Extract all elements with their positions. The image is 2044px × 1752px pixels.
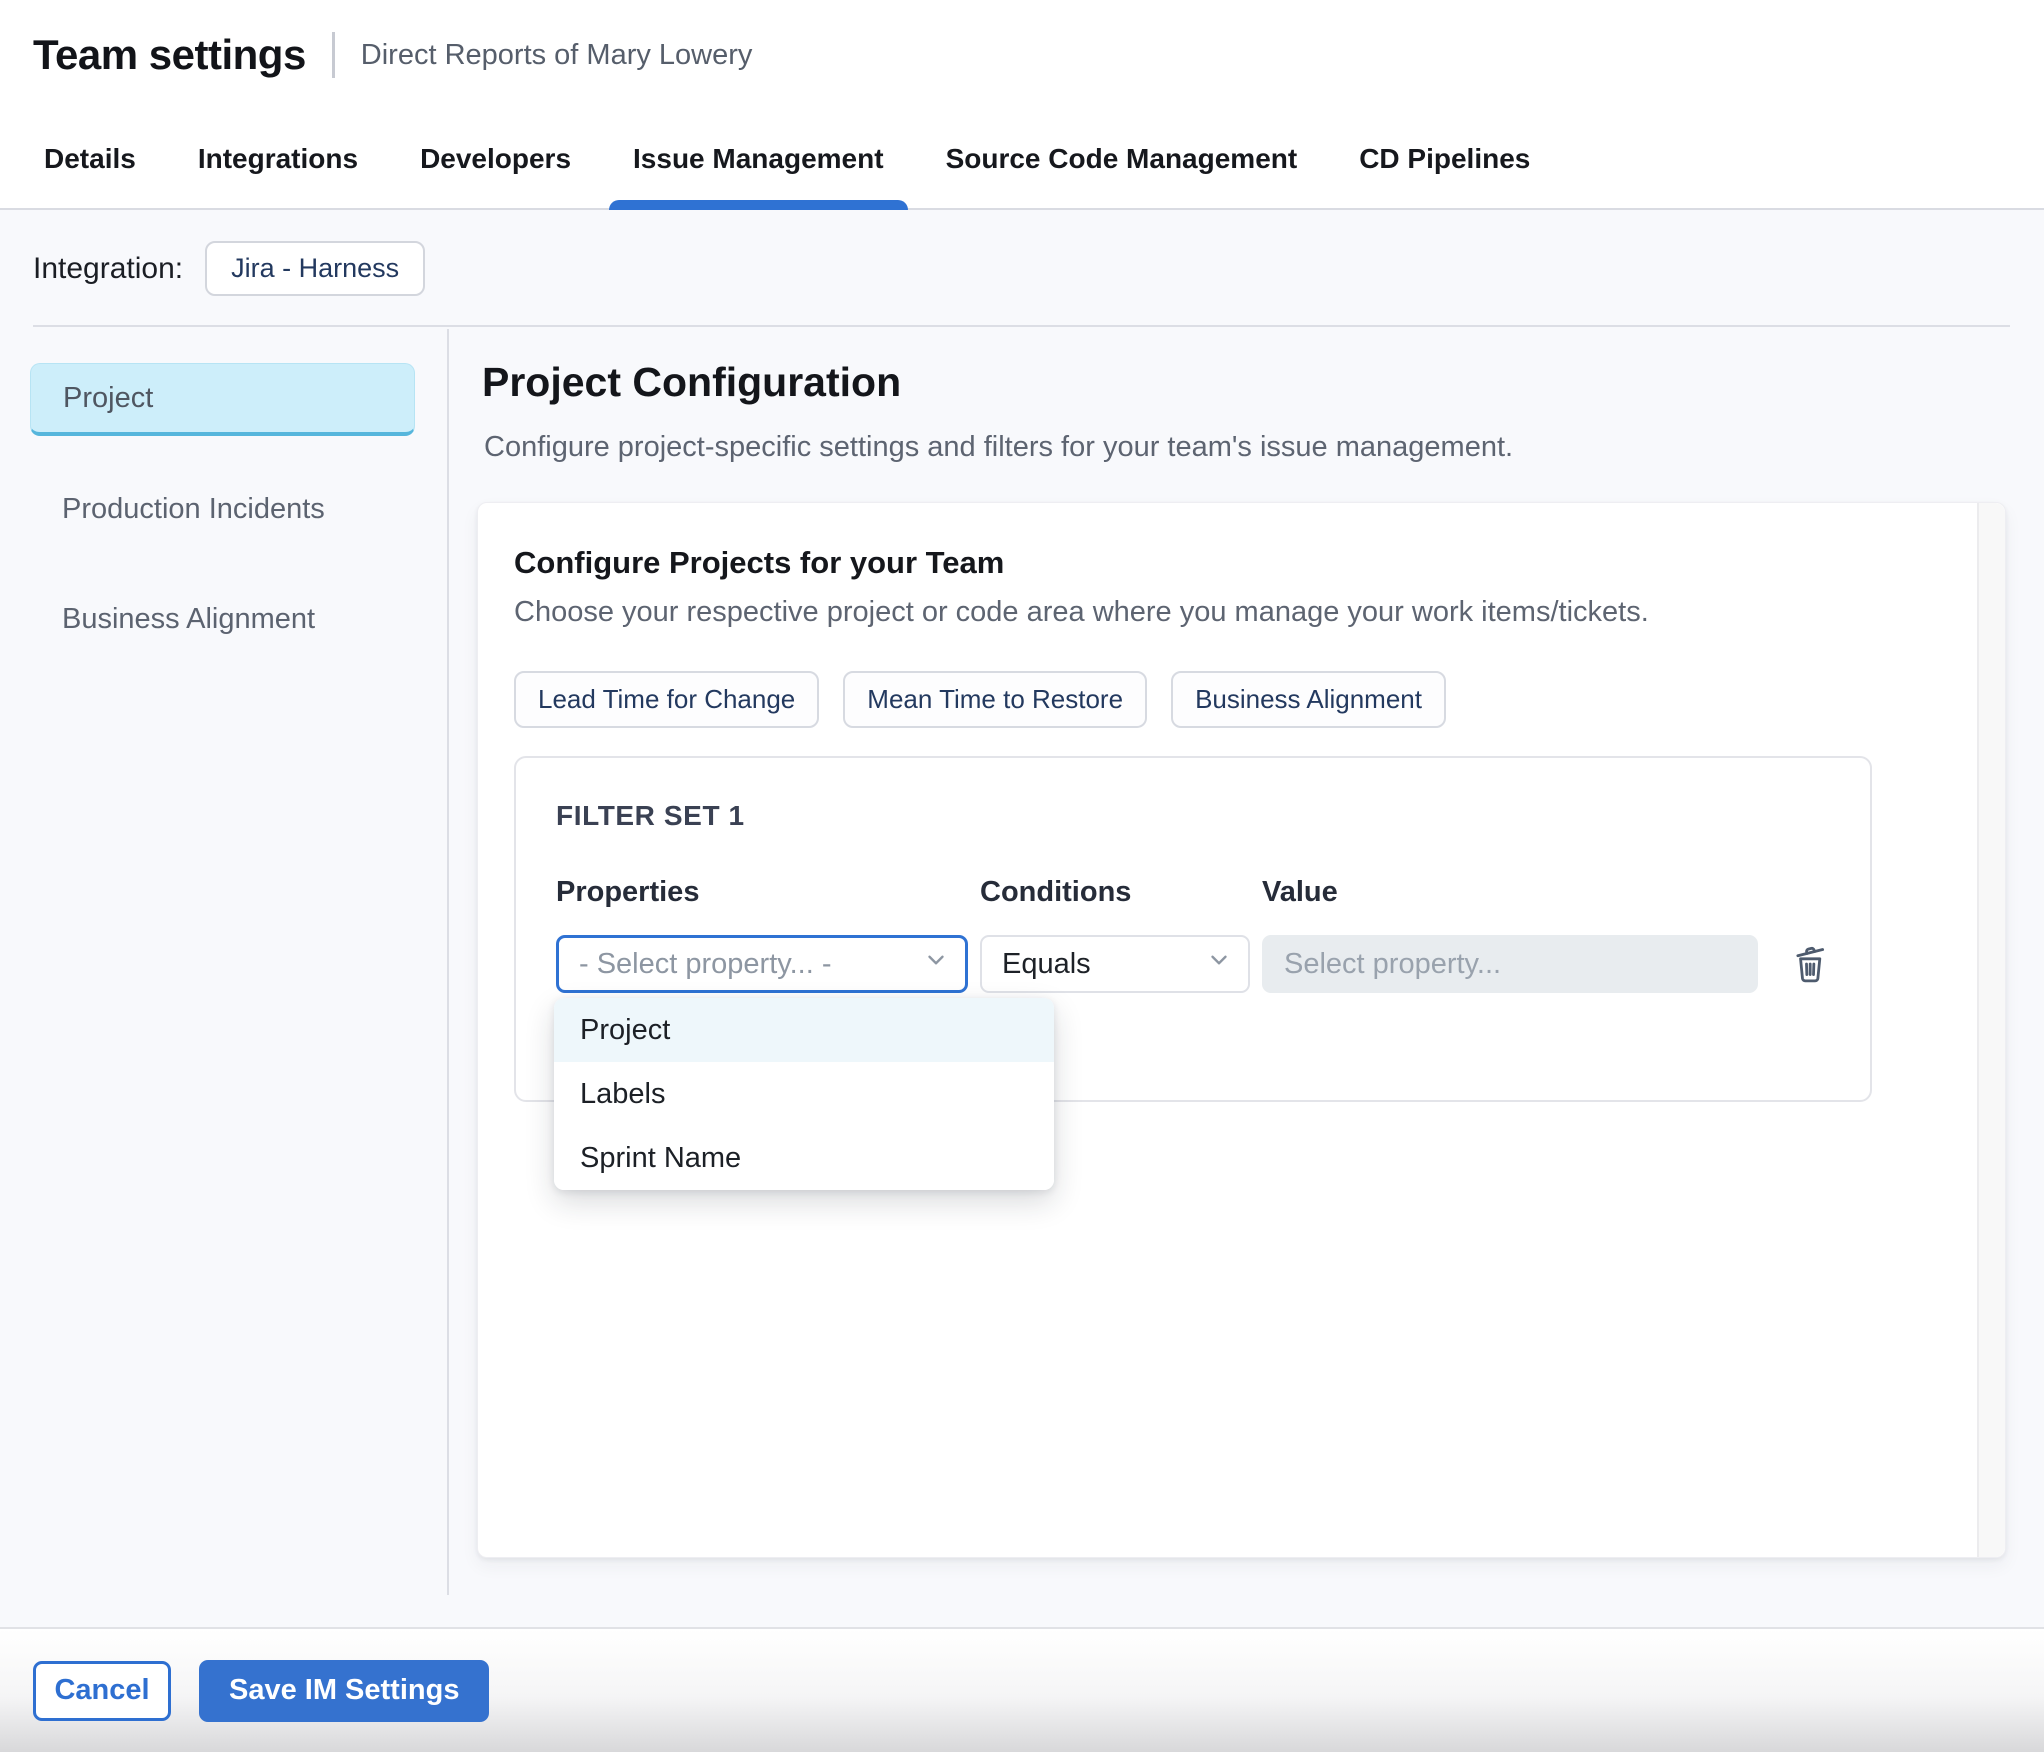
integration-label: Integration:: [33, 251, 184, 285]
integration-row: Integration: Jira - Harness: [33, 212, 2010, 327]
card-scrollbar[interactable]: [1977, 503, 2005, 1557]
tab-integrations[interactable]: Integrations: [198, 110, 358, 208]
property-dropdown-menu: Project Labels Sprint Name: [554, 998, 1054, 1190]
content-area: Project Production Incidents Business Al…: [0, 329, 2044, 1627]
save-im-settings-button[interactable]: Save IM Settings: [199, 1659, 490, 1722]
condition-select-value: Equals: [1002, 947, 1091, 980]
chip-business-alignment[interactable]: Business Alignment: [1171, 671, 1446, 728]
tab-details[interactable]: Details: [44, 110, 136, 208]
page-subtitle: Direct Reports of Mary Lowery: [360, 38, 753, 71]
column-header-conditions: Conditions: [980, 876, 1132, 908]
page-title: Team settings: [33, 31, 306, 78]
card-description: Choose your respective project or code a…: [514, 596, 1649, 628]
page-footer: Cancel Save IM Settings: [0, 1627, 2044, 1752]
dropdown-option-labels[interactable]: Labels: [554, 1062, 1054, 1126]
condition-select[interactable]: Equals: [980, 935, 1250, 993]
tab-bar: Details Integrations Developers Issue Ma…: [0, 110, 2044, 210]
card-title: Configure Projects for your Team: [514, 545, 1005, 580]
sidebar-item-project[interactable]: Project: [30, 363, 415, 436]
chevron-down-icon: [923, 947, 949, 981]
integration-chip[interactable]: Jira - Harness: [205, 241, 426, 296]
filter-set-title: FILTER SET 1: [556, 800, 745, 831]
chip-mean-time-to-restore[interactable]: Mean Time to Restore: [843, 671, 1148, 728]
metric-chip-row: Lead Time for Change Mean Time to Restor…: [514, 671, 1925, 728]
team-settings-page: Team settings Direct Reports of Mary Low…: [0, 0, 2044, 1752]
dropdown-option-project[interactable]: Project: [554, 998, 1054, 1062]
section-title: Project Configuration: [482, 359, 902, 405]
page-body: Integration: Jira - Harness Project Prod…: [0, 212, 2044, 1627]
property-select[interactable]: - Select property... -: [556, 935, 968, 993]
property-select-value: - Select property... -: [579, 947, 832, 980]
filter-set-1: FILTER SET 1 Properties Conditions Value…: [514, 756, 1872, 1190]
column-header-value: Value: [1262, 876, 1338, 908]
main-pane: Project Configuration Configure project-…: [451, 329, 2044, 1627]
dropdown-option-sprint-name[interactable]: Sprint Name: [554, 1126, 1054, 1190]
column-header-properties: Properties: [556, 876, 700, 908]
tab-cd-pipelines[interactable]: CD Pipelines: [1359, 110, 1530, 208]
settings-sidebar: Project Production Incidents Business Al…: [0, 329, 449, 1595]
chevron-down-icon: [1206, 947, 1232, 981]
tab-developers[interactable]: Developers: [420, 110, 571, 208]
delete-filter-button[interactable]: [1789, 942, 1831, 987]
card-content: Configure Projects for your Team Choose …: [478, 503, 2005, 1190]
tab-issue-management[interactable]: Issue Management: [609, 110, 908, 210]
project-config-card: Configure Projects for your Team Choose …: [477, 502, 2006, 1558]
sidebar-item-production-incidents[interactable]: Production Incidents: [30, 473, 415, 546]
chip-lead-time-for-change[interactable]: Lead Time for Change: [514, 671, 820, 728]
section-description: Configure project-specific settings and …: [484, 431, 1514, 463]
filter-grid: Properties Conditions Value - Select pro…: [556, 876, 1830, 993]
page-header: Team settings Direct Reports of Mary Low…: [0, 0, 2044, 110]
title-divider: [331, 32, 335, 78]
sidebar-item-business-alignment[interactable]: Business Alignment: [30, 583, 415, 656]
tab-source-code-management[interactable]: Source Code Management: [946, 110, 1298, 208]
cancel-button[interactable]: Cancel: [33, 1660, 171, 1721]
trash-icon: [1789, 942, 1831, 987]
value-input[interactable]: [1262, 935, 1758, 993]
